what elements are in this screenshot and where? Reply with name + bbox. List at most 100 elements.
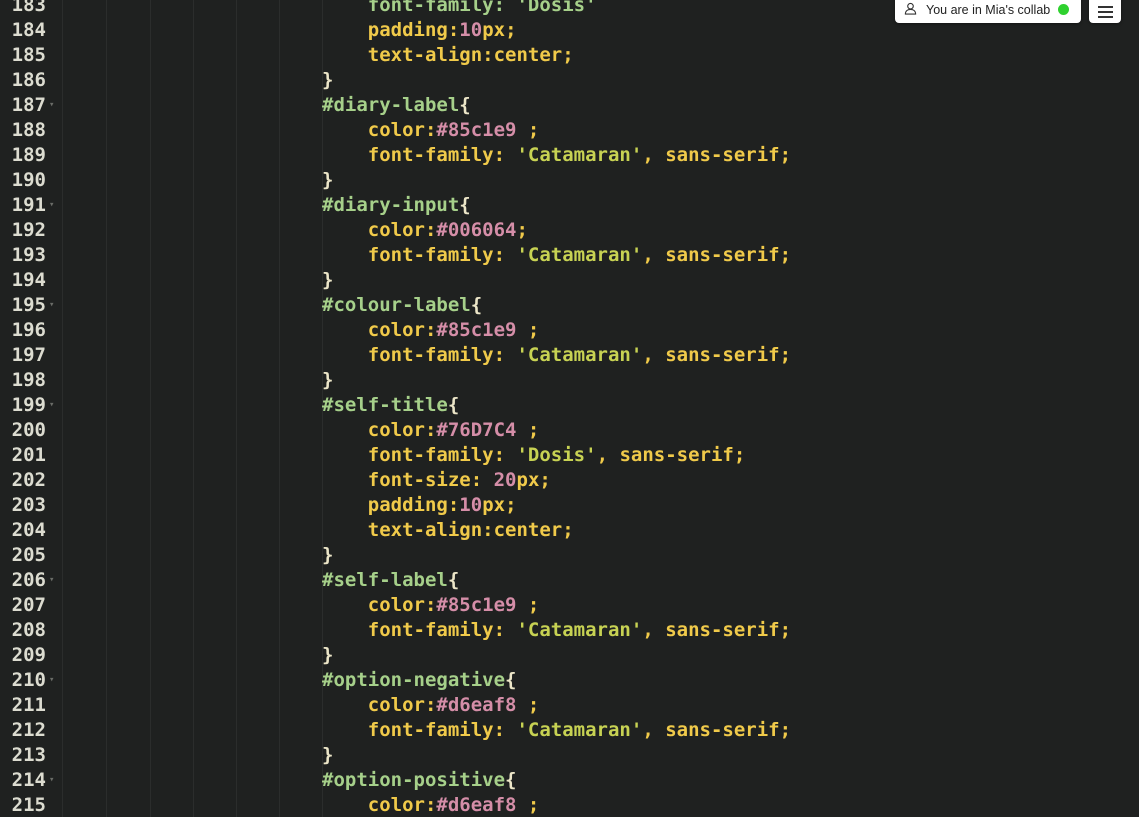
line-number: 190 [11, 169, 46, 191]
code-token: ; [516, 119, 540, 141]
code-line[interactable]: 200 color:#76D7C4 ; [0, 418, 1139, 443]
hamburger-menu-icon-bar [1097, 10, 1113, 13]
code-token: , [642, 719, 666, 741]
code-token: : [447, 494, 460, 516]
code-line[interactable]: 194} [0, 268, 1139, 293]
code-token: px [482, 494, 506, 516]
code-line[interactable]: 214 ▾ #option-positive{ [0, 768, 1139, 793]
code-token: , [596, 444, 620, 466]
line-number: 184 [11, 19, 46, 41]
line-number: 195 [11, 294, 46, 316]
code-token: : [447, 19, 460, 41]
code-token: #option-positive [322, 769, 506, 791]
code-token: 10 [459, 494, 483, 516]
fold-chevron-icon[interactable]: ▾ [49, 93, 54, 118]
code-line[interactable]: 208 font-family: 'Catamaran', sans-serif… [0, 618, 1139, 643]
fold-chevron-icon[interactable]: ▾ [49, 768, 54, 793]
code-line[interactable]: 195 ▾ #colour-label{ [0, 293, 1139, 318]
code-line[interactable]: 201 font-family: 'Dosis', sans-serif; [0, 443, 1139, 468]
code-line[interactable]: 206 ▾ #self-label{ [0, 568, 1139, 593]
code-line[interactable]: 187 ▾ #diary-label{ [0, 93, 1139, 118]
code-text: #diary-label{ [322, 93, 471, 118]
code-line[interactable]: 198} [0, 368, 1139, 393]
code-text: } [322, 743, 333, 768]
line-number: 208 [11, 619, 46, 641]
code-token: ; [516, 694, 540, 716]
fold-chevron-icon[interactable]: ▾ [49, 668, 54, 693]
code-token: , [642, 144, 666, 166]
code-token: ; [516, 219, 528, 241]
code-text: #option-negative{ [322, 668, 516, 693]
fold-chevron-icon[interactable]: ▾ [49, 568, 54, 593]
line-number: 185 [11, 44, 46, 66]
code-line[interactable]: 203 padding:10px; [0, 493, 1139, 518]
code-token: : [482, 519, 494, 541]
code-token: ; [779, 244, 792, 266]
line-number: 193 [11, 244, 46, 266]
code-token: } [322, 69, 334, 91]
code-token: ; [516, 594, 540, 616]
code-token: font-family [322, 344, 494, 366]
code-token: sans-serif [665, 144, 780, 166]
code-token: : [424, 319, 437, 341]
code-token: font-family [322, 719, 494, 741]
code-token: : [493, 444, 517, 466]
code-token: ; [516, 319, 540, 341]
code-line[interactable]: 189 font-family: 'Catamaran', sans-serif… [0, 143, 1139, 168]
code-line[interactable]: 192 color:#006064; [0, 218, 1139, 243]
code-lines: 183 font-family: 'Dosis' 184 padding:10px… [0, 0, 1139, 817]
fold-chevron-icon[interactable]: ▾ [49, 293, 54, 318]
code-token: { [470, 294, 483, 316]
code-line[interactable]: 196 color:#85c1e9 ; [0, 318, 1139, 343]
code-token: #76D7C4 [436, 419, 517, 441]
line-number: 207 [11, 594, 46, 616]
code-line[interactable]: 209} [0, 643, 1139, 668]
code-text: #self-title{ [322, 393, 459, 418]
line-number: 202 [11, 469, 46, 491]
code-token: } [322, 544, 334, 566]
code-line[interactable]: 210 ▾ #option-negative{ [0, 668, 1139, 693]
code-line[interactable]: 205} [0, 543, 1139, 568]
code-line[interactable]: 213} [0, 743, 1139, 768]
code-token: ; [779, 619, 792, 641]
code-line[interactable]: 193 font-family: 'Catamaran', sans-serif… [0, 243, 1139, 268]
code-line[interactable]: 202 font-size: 20px; [0, 468, 1139, 493]
code-token: } [322, 169, 334, 191]
code-line[interactable]: 212 font-family: 'Catamaran', sans-serif… [0, 718, 1139, 743]
code-token: { [505, 669, 517, 691]
code-token: 'Catamaran' [516, 144, 643, 166]
code-token: ; [779, 719, 792, 741]
code-text: text-align:center; [322, 43, 574, 68]
code-token: 20 [493, 469, 517, 491]
fold-chevron-icon[interactable]: ▾ [49, 193, 54, 218]
code-token: : [424, 794, 437, 816]
code-token: text-align [322, 519, 483, 541]
code-token: #d6eaf8 [436, 794, 517, 816]
code-token: ; [562, 44, 574, 66]
code-editor[interactable]: 183 font-family: 'Dosis' 184 padding:10px… [0, 0, 1139, 817]
code-line[interactable]: 215 color:#d6eaf8 ; [0, 793, 1139, 817]
code-line[interactable]: 199 ▾ #self-title{ [0, 393, 1139, 418]
code-line[interactable]: 186} [0, 68, 1139, 93]
fold-chevron-icon[interactable]: ▾ [49, 393, 54, 418]
menu-button[interactable] [1089, 0, 1121, 23]
code-line[interactable]: 211 color:#d6eaf8 ; [0, 693, 1139, 718]
code-text: color:#76D7C4 ; [322, 418, 540, 443]
code-line[interactable]: 190} [0, 168, 1139, 193]
line-number: 215 [11, 794, 46, 816]
code-token: } [322, 744, 334, 766]
line-number: 197 [11, 344, 46, 366]
code-token: { [459, 194, 471, 216]
code-token: #colour-label [322, 294, 471, 316]
code-line[interactable]: 191 ▾ #diary-input{ [0, 193, 1139, 218]
code-token: #85c1e9 [436, 594, 517, 616]
code-line[interactable]: 207 color:#85c1e9 ; [0, 593, 1139, 618]
code-line[interactable]: 185 text-align:center; [0, 43, 1139, 68]
code-line[interactable]: 204 text-align:center; [0, 518, 1139, 543]
code-token: color [322, 419, 425, 441]
code-token: } [322, 269, 334, 291]
line-number: 214 [11, 769, 46, 791]
code-line[interactable]: 197 font-family: 'Catamaran', sans-serif… [0, 343, 1139, 368]
collab-status-badge[interactable]: You are in Mia's collab [895, 0, 1081, 23]
code-line[interactable]: 188 color:#85c1e9 ; [0, 118, 1139, 143]
